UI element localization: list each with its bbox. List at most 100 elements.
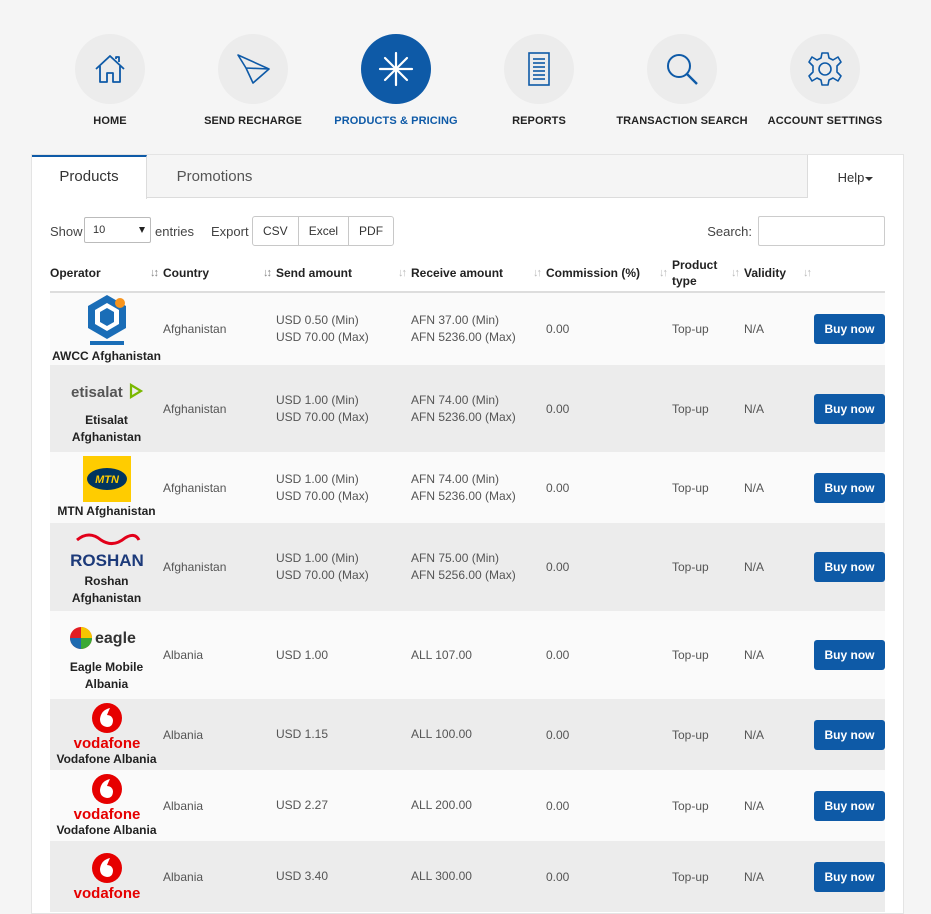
send-amount-min: USD 0.50 (Min) (276, 313, 359, 327)
buy-now-button[interactable]: Buy now (814, 552, 885, 582)
entries-label: entries (155, 224, 195, 239)
operator-name: AWCC Afghanistan (52, 349, 161, 363)
operator-name: Vodafone Albania (56, 751, 157, 766)
send-amount-min: USD 3.40 (276, 869, 329, 883)
buy-now-button[interactable]: Buy now (814, 640, 885, 670)
caret-down-icon (865, 176, 874, 181)
col-receive-amount[interactable]: Receive amount ↓↑ (411, 255, 546, 293)
search-input[interactable] (758, 216, 885, 246)
awcc-logo (50, 293, 163, 347)
country-cell: Albania (163, 611, 276, 699)
operator-cell: vodafone Vodafone Albania (50, 770, 163, 841)
buy-now-button[interactable]: Buy now (814, 314, 885, 344)
send-amount-cell: USD 3.40 (276, 841, 411, 912)
operator-name: Eagle Mobile Albania (69, 659, 144, 691)
gear-icon (790, 34, 860, 104)
help-label: Help (837, 170, 865, 185)
send-amount-cell: USD 1.00 (Min) USD 70.00 (Max) (276, 452, 411, 523)
product-type-cell: Top-up (672, 770, 744, 841)
send-amount-min: USD 1.00 (276, 647, 329, 662)
send-amount-max: USD 70.00 (Max) (276, 330, 369, 344)
validity-cell: N/A (744, 699, 814, 770)
nav-reports[interactable]: REPORTS (464, 34, 614, 127)
main-navigation: HOME SEND RECHARGE PRODUCTS & PRICING RE… (0, 0, 931, 150)
receive-amount-min: AFN 74.00 (Min) (411, 392, 500, 407)
tab-products[interactable]: Products (32, 155, 147, 199)
sort-icon: ↓↑ (533, 267, 542, 279)
nav-account-settings[interactable]: ACCOUNT SETTINGS (750, 34, 900, 127)
nav-home-label: HOME (93, 115, 127, 127)
send-amount-max: USD 70.00 (Max) (276, 568, 369, 582)
commission-cell: 0.00 (546, 365, 672, 452)
operator-name: Etisalat Afghanistan (71, 413, 142, 444)
validity-cell: N/A (744, 523, 814, 611)
col-commission-label: Commission (%) (546, 266, 641, 280)
csv-button[interactable]: CSV (253, 217, 299, 245)
action-cell: Buy now (814, 452, 885, 523)
table-row: etisalat Etisalat Afghanistan Afghanistan U… (50, 365, 885, 452)
col-country-label: Country (163, 266, 209, 280)
product-type-cell: Top-up (672, 365, 744, 452)
send-amount-max: USD 70.00 (Max) (276, 488, 369, 503)
eagle-logo: eagle (50, 618, 163, 658)
col-operator[interactable]: Operator ↓↕ (50, 255, 163, 293)
send-amount-cell: USD 1.00 (Min) USD 70.00 (Max) (276, 365, 411, 452)
nav-transaction-search[interactable]: TRANSACTION SEARCH (607, 34, 757, 127)
export-buttons: CSV Excel PDF (252, 216, 395, 246)
validity-cell: N/A (744, 365, 814, 452)
buy-now-button[interactable]: Buy now (814, 861, 885, 892)
country-cell: Afghanistan (163, 365, 276, 452)
svg-text:vodafone: vodafone (73, 806, 140, 821)
nav-products-pricing-label: PRODUCTS & PRICING (334, 115, 458, 127)
send-amount-max: USD 70.00 (Max) (276, 409, 369, 424)
buy-now-button[interactable]: Buy now (814, 472, 885, 503)
operator-name: MTN Afghanistan (57, 503, 156, 518)
col-operator-label: Operator (50, 266, 101, 280)
commission-cell: 0.00 (546, 611, 672, 699)
svg-text:eagle: eagle (95, 630, 136, 647)
nav-home[interactable]: HOME (35, 34, 185, 127)
validity-cell: N/A (744, 611, 814, 699)
operator-cell: MTN MTN Afghanistan (50, 452, 163, 523)
receive-amount-cell: ALL 200.00 (411, 770, 546, 841)
col-product-type[interactable]: Product type ↓↑ (672, 255, 744, 293)
table-row: eagle Eagle Mobile Albania Albania USD 1.00… (50, 611, 885, 699)
receive-amount-min: AFN 74.00 (Min) (411, 471, 500, 486)
send-amount-min: USD 1.00 (Min) (276, 392, 359, 407)
buy-now-button[interactable]: Buy now (814, 790, 885, 821)
country-cell: Albania (163, 770, 276, 841)
col-commission[interactable]: Commission (%) ↓↑ (546, 255, 672, 293)
country-cell: Albania (163, 699, 276, 770)
buy-now-button[interactable]: Buy now (814, 719, 885, 750)
operator-cell: eagle Eagle Mobile Albania (50, 611, 163, 699)
buy-now-button[interactable]: Buy now (814, 393, 885, 424)
col-country[interactable]: Country ↓↕ (163, 255, 276, 293)
col-validity[interactable]: Validity ↓↑ (744, 255, 814, 293)
product-type-cell: Top-up (672, 699, 744, 770)
vodafone-logo: vodafone (50, 773, 163, 821)
send-amount-cell: USD 0.50 (Min) USD 70.00 (Max) (276, 292, 411, 365)
pdf-button[interactable]: PDF (349, 217, 393, 245)
product-type-cell: Top-up (672, 841, 744, 912)
help-dropdown[interactable]: Help (807, 155, 903, 198)
validity-cell: N/A (744, 292, 814, 365)
product-type-cell: Top-up (672, 292, 744, 365)
commission-cell: 0.00 (546, 523, 672, 611)
receive-amount-cell: ALL 107.00 (411, 611, 546, 699)
nav-products-pricing[interactable]: PRODUCTS & PRICING (321, 34, 471, 127)
col-send-amount[interactable]: Send amount ↓↑ (276, 255, 411, 293)
receive-amount-min: ALL 100.00 (411, 727, 472, 741)
receive-amount-max: AFN 5236.00 (Max) (411, 330, 516, 344)
excel-button[interactable]: Excel (299, 217, 350, 245)
home-icon (75, 34, 145, 104)
entries-select[interactable]: 10 (84, 217, 151, 243)
nav-send-recharge[interactable]: SEND RECHARGE (178, 34, 328, 127)
table-header-row: Operator ↓↕ Country ↓↕ Send amount ↓↑ Recei… (50, 255, 885, 293)
sort-icon: ↓↑ (398, 267, 407, 279)
receive-amount-max: AFN 5256.00 (Max) (411, 568, 516, 582)
receive-amount-min: AFN 37.00 (Min) (411, 313, 500, 327)
tab-promotions[interactable]: Promotions (147, 155, 282, 198)
roshan-logo: ROSHAN (50, 528, 163, 572)
receive-amount-cell: AFN 37.00 (Min) AFN 5236.00 (Max) (411, 292, 546, 365)
sort-icon: ↓↕ (150, 267, 159, 279)
